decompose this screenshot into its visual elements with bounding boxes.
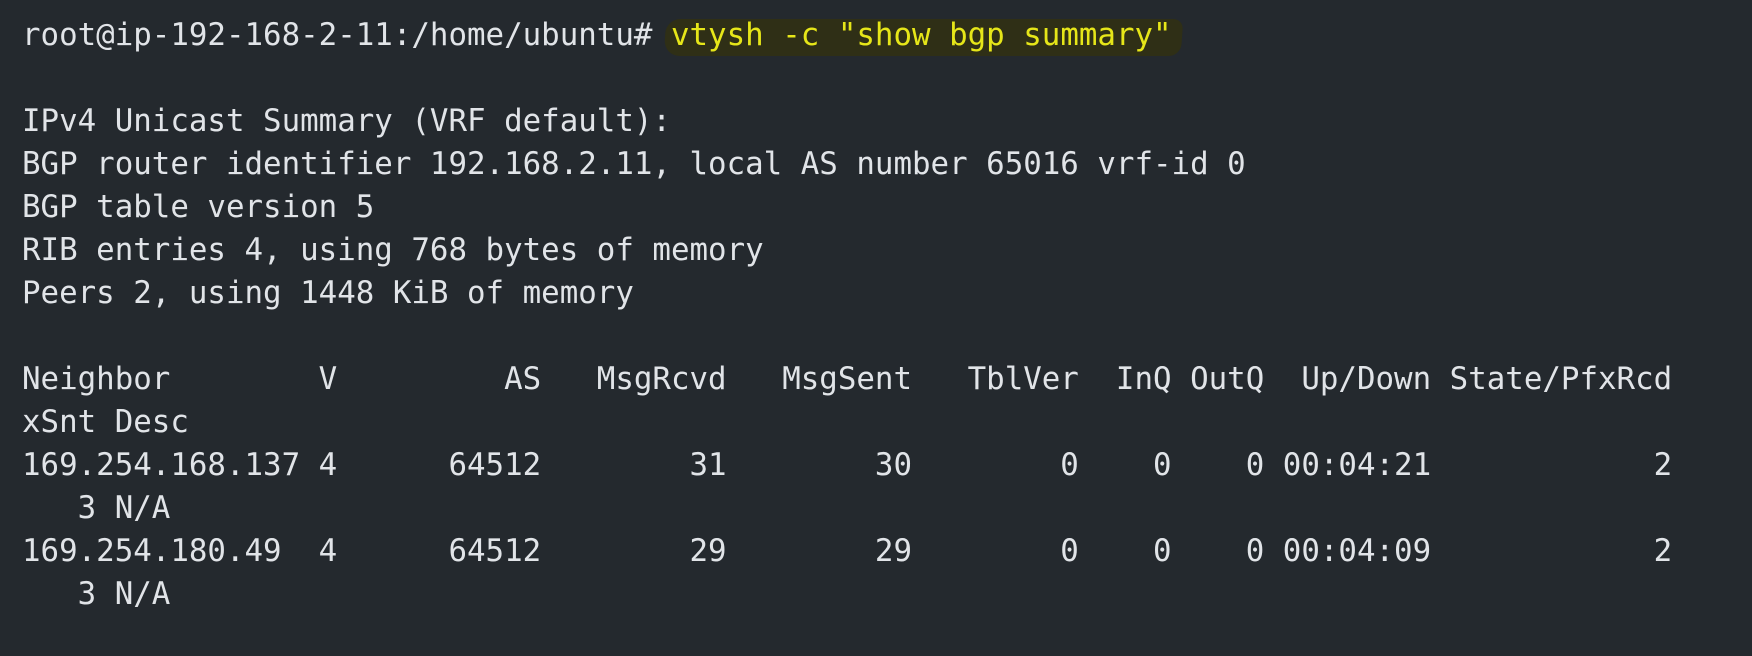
neighbor-row-wrap: 3 N/A (22, 576, 171, 612)
output-line-table-version: BGP table version 5 (22, 189, 375, 225)
shell-prompt: root@ip-192-168-2-11:/home/ubuntu# (22, 17, 671, 53)
neighbor-table-header: Neighbor V AS MsgRcvd MsgSent TblVer InQ… (22, 361, 1673, 397)
output-line-rib-entries: RIB entries 4, using 768 bytes of memory (22, 232, 764, 268)
output-line-summary-title: IPv4 Unicast Summary (VRF default): (22, 103, 671, 139)
output-line-router-id: BGP router identifier 192.168.2.11, loca… (22, 146, 1246, 182)
highlighted-command: vtysh -c "show bgp summary" (663, 14, 1183, 57)
terminal-window[interactable]: root@ip-192-168-2-11:/home/ubuntu# vtysh… (0, 0, 1752, 656)
command-text: vtysh -c "show bgp summary" (670, 17, 1172, 53)
output-line-blank (22, 315, 1730, 358)
neighbor-table-header-wrap: xSnt Desc (22, 404, 189, 440)
prompt-line: root@ip-192-168-2-11:/home/ubuntu# vtysh… (22, 14, 1730, 57)
neighbor-row: 169.254.168.137 4 64512 31 30 0 0 0 00:0… (22, 447, 1673, 483)
output-line-peers: Peers 2, using 1448 KiB of memory (22, 275, 634, 311)
output-line-blank (22, 57, 1730, 100)
neighbor-row: 169.254.180.49 4 64512 29 29 0 0 0 00:04… (22, 533, 1673, 569)
neighbor-row-wrap: 3 N/A (22, 490, 171, 526)
